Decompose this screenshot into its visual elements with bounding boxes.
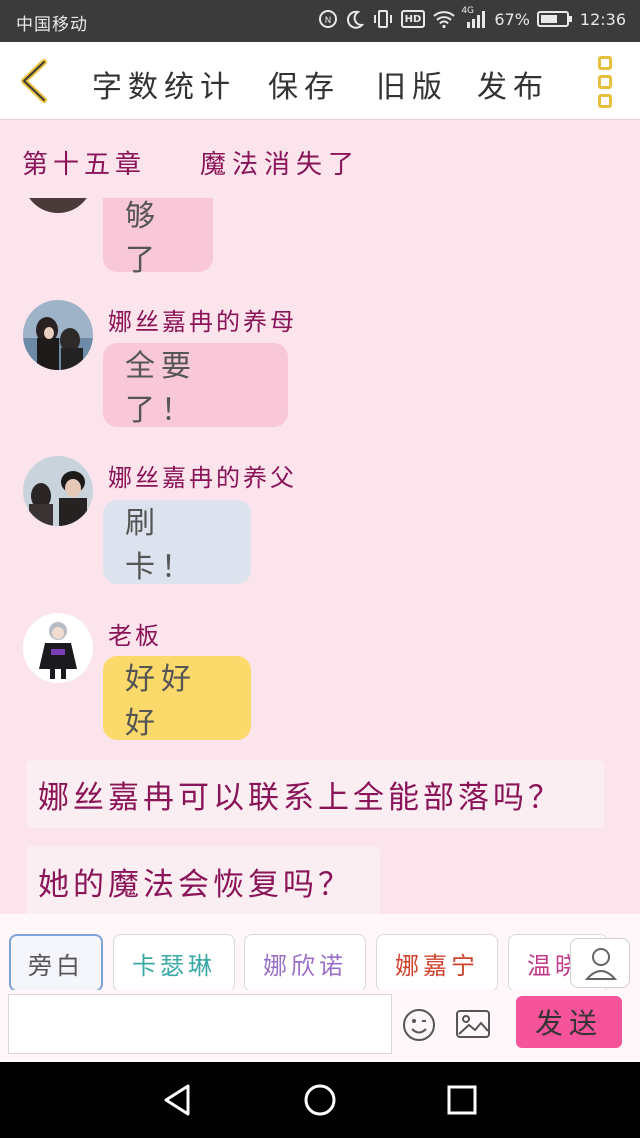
- back-button[interactable]: [14, 56, 54, 106]
- svg-text:N: N: [324, 16, 331, 26]
- battery-level: [540, 15, 557, 23]
- chat-bubble[interactable]: 好好好: [103, 656, 251, 741]
- chevron-left-icon: [21, 59, 47, 103]
- role-label: 卡瑟琳: [132, 951, 216, 980]
- moon-icon: [345, 8, 365, 30]
- sender-name: 娜丝嘉冉的养父: [108, 464, 297, 492]
- image-icon: [456, 1010, 490, 1038]
- sender-name: 娜丝嘉冉的养母: [108, 308, 297, 336]
- chapter-header[interactable]: 第十五章 魔法消失了: [0, 120, 640, 198]
- narration-block[interactable]: 她的魔法会恢复吗？: [26, 846, 380, 914]
- old-version-button[interactable]: 旧版: [376, 62, 448, 106]
- signal-icon: 4G: [461, 6, 487, 30]
- message-text: 刷卡！: [125, 506, 197, 585]
- nav-home-button[interactable]: [302, 1082, 338, 1118]
- message-text: 好好好: [125, 662, 197, 741]
- nav-back-button[interactable]: [160, 1082, 196, 1118]
- message-input-bar: 发送: [0, 990, 640, 1062]
- status-icons: N HD 4G 67% 12:36: [318, 6, 626, 30]
- avatar[interactable]: [23, 300, 93, 370]
- chat-bubble[interactable]: 全要了！: [103, 343, 288, 428]
- publish-button[interactable]: 发布: [477, 62, 549, 106]
- chapter-title: 魔法消失了: [200, 150, 361, 180]
- more-options-button[interactable]: [594, 56, 616, 108]
- role-chip-katherine[interactable]: 卡瑟琳: [113, 934, 235, 990]
- narration-text: 娜丝嘉冉可以联系上全能部落吗？: [38, 779, 563, 816]
- hd-icon: HD: [400, 10, 426, 28]
- network-type: 4G: [461, 6, 475, 16]
- message-text: 够了: [125, 199, 161, 278]
- role-label: 娜嘉宁: [395, 951, 479, 980]
- square-recents-icon: [447, 1085, 477, 1115]
- smiley-icon: [403, 1009, 435, 1041]
- wifi-icon: [432, 8, 456, 30]
- role-chip-najianing[interactable]: 娜嘉宁: [376, 934, 498, 990]
- role-selector: 旁白 卡瑟琳 娜欣诺 娜嘉宁 温晓: [0, 914, 640, 990]
- nfc-icon: N: [318, 8, 338, 30]
- image-button[interactable]: [455, 1008, 491, 1040]
- triangle-back-icon: [164, 1084, 190, 1116]
- narration-block[interactable]: 娜丝嘉冉可以联系上全能部落吗？: [26, 760, 604, 828]
- avatar[interactable]: [23, 613, 93, 683]
- word-count-button[interactable]: 字数统计: [92, 62, 236, 106]
- sender-name: 老板: [108, 622, 162, 650]
- message-text: 全要了！: [125, 349, 197, 428]
- chat-area[interactable]: 够了 娜丝嘉冉的养母 全要了！ 娜丝嘉冉的养父 刷卡！ 老板 好好好 娜丝嘉冉可…: [0, 198, 640, 914]
- nav-recents-button[interactable]: [444, 1082, 480, 1118]
- status-bar: 中国移动 N HD 4G 67% 12:36: [0, 0, 640, 42]
- avatar[interactable]: [23, 456, 93, 526]
- save-button[interactable]: 保存: [268, 62, 340, 106]
- narration-text: 她的魔法会恢复吗？: [38, 866, 353, 903]
- user-icon: [584, 948, 618, 980]
- clock: 12:36: [579, 9, 626, 29]
- chapter-number: 第十五章: [22, 150, 147, 180]
- emoji-button[interactable]: [402, 1008, 436, 1042]
- vibrate-icon: [372, 8, 394, 30]
- avatar[interactable]: [23, 198, 93, 213]
- navigation-bar: [0, 1062, 640, 1138]
- message-input[interactable]: [8, 994, 392, 1054]
- editor-toolbar: 字数统计 保存 旧版 发布: [0, 42, 640, 120]
- role-label: 娜欣诺: [263, 951, 347, 980]
- role-chip-narrator[interactable]: 旁白: [9, 934, 103, 990]
- role-chip-naxinnuo[interactable]: 娜欣诺: [244, 934, 366, 990]
- battery-percent: 67%: [494, 9, 530, 29]
- chat-bubble[interactable]: 刷卡！: [103, 500, 251, 585]
- role-label: 旁白: [28, 951, 84, 980]
- carrier-name: 中国移动: [16, 15, 88, 35]
- circle-home-icon: [304, 1084, 336, 1116]
- more-vertical-icon: [598, 56, 612, 70]
- battery-icon: [536, 11, 572, 27]
- character-manage-button[interactable]: [570, 938, 630, 988]
- chat-bubble[interactable]: 够了: [103, 198, 213, 278]
- send-button[interactable]: 发送: [516, 996, 622, 1048]
